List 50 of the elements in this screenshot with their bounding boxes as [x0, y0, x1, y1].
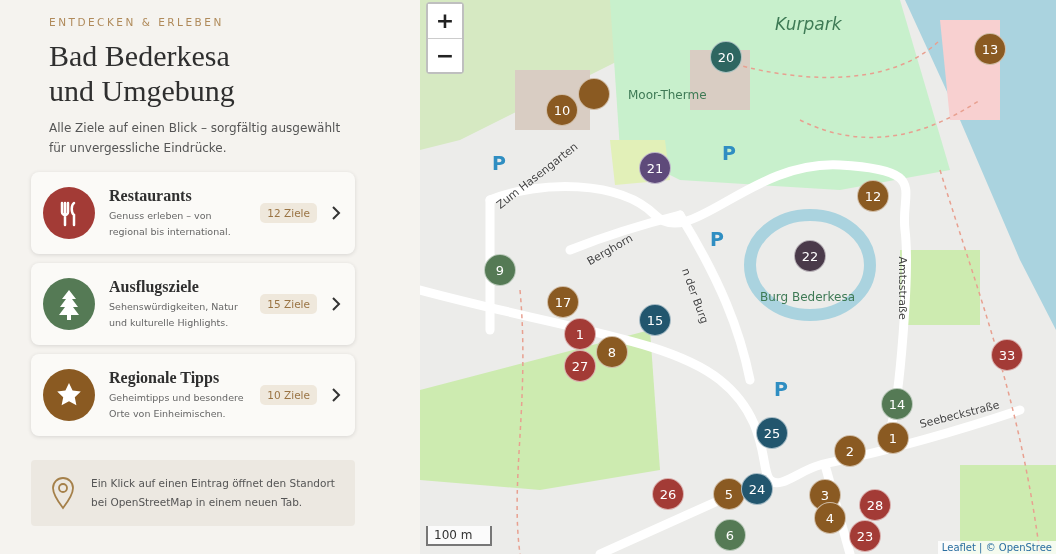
subtitle: Alle Ziele auf einen Blick – sorgfältig ausgewählt für unvergessliche Eindrücke.: [49, 120, 342, 157]
chevron-icon: [331, 206, 341, 220]
parking-sign: P: [710, 228, 724, 250]
map-marker[interactable]: 1: [877, 422, 909, 454]
map-marker[interactable]: 2: [834, 435, 866, 467]
map-marker[interactable]: 33: [991, 339, 1023, 371]
category-description: Geheimtipps und besondere Orte von Einheimischen.: [109, 390, 245, 421]
map-marker[interactable]: 6: [714, 519, 746, 551]
map-marker[interactable]: 25: [756, 417, 788, 449]
count-badge: 10 Ziele: [260, 385, 317, 405]
map-label: Burg Bederkesa: [760, 290, 856, 304]
map-label: n der Burg: [678, 266, 711, 326]
category-title: Regionale Tipps: [109, 368, 221, 387]
count-badge: 12 Ziele: [260, 203, 317, 223]
chevron-icon: [331, 297, 341, 311]
map-marker[interactable]: 15: [639, 304, 671, 336]
map-label: Amtsstraße: [895, 256, 909, 320]
category-card[interactable]: Restaurants Genuss erleben – von regional bis international. 12 Ziele: [31, 172, 355, 254]
map-marker[interactable]: 14: [881, 388, 913, 420]
map-marker[interactable]: 28: [859, 489, 891, 521]
parking-sign: P: [722, 142, 736, 164]
location-pin-icon: [51, 476, 75, 510]
map-label: Kurpark: [775, 14, 842, 34]
chevron-icon: [331, 388, 341, 402]
parking-sign: P: [492, 152, 506, 174]
category-title: Ausflugsziele: [109, 277, 200, 296]
category-card[interactable]: Regionale Tipps Geheimtipps und besondere Orte von Einheimischen. 10 Ziele: [31, 354, 355, 436]
page-title: Bad Bederkesa und Umgebung: [49, 38, 236, 108]
eyebrow-text: ENTDECKEN & ERLEBEN: [49, 16, 225, 28]
attribution-link[interactable]: Leaflet | © OpenStree: [937, 541, 1056, 554]
map-marker[interactable]: 12: [857, 180, 889, 212]
map-marker[interactable]: 23: [849, 520, 881, 552]
category-description: Genuss erleben – von regional bis international.: [109, 208, 232, 239]
map-marker[interactable]: 24: [741, 473, 773, 505]
map-marker[interactable]: 5: [713, 478, 745, 510]
scale-bar: 100 m: [426, 526, 492, 546]
map-marker[interactable]: 22: [794, 240, 826, 272]
map-marker[interactable]: 17: [547, 286, 579, 318]
map-marker[interactable]: 4: [814, 502, 846, 534]
count-badge: 15 Ziele: [260, 294, 317, 314]
map-marker[interactable]: 1: [564, 318, 596, 350]
parking-sign: P: [774, 378, 788, 400]
info-text: Ein Klick auf einen Eintrag öffnet den Standort bei OpenStreetMap in einem neuen Tab.: [91, 476, 336, 510]
map-marker[interactable]: 26: [652, 478, 684, 510]
zoom-out-button[interactable]: −: [428, 38, 462, 72]
category-title: Restaurants: [109, 186, 193, 205]
map-marker[interactable]: 9: [484, 254, 516, 286]
category-card[interactable]: Ausflugsziele Sehenswürdigkeiten, Natur und kulturelle Highlights. 15 Ziele: [31, 263, 355, 345]
category-description: Sehenswürdigkeiten, Natur und kulturelle Highlights.: [109, 299, 239, 330]
map-label: Moor-Therme: [628, 88, 707, 102]
